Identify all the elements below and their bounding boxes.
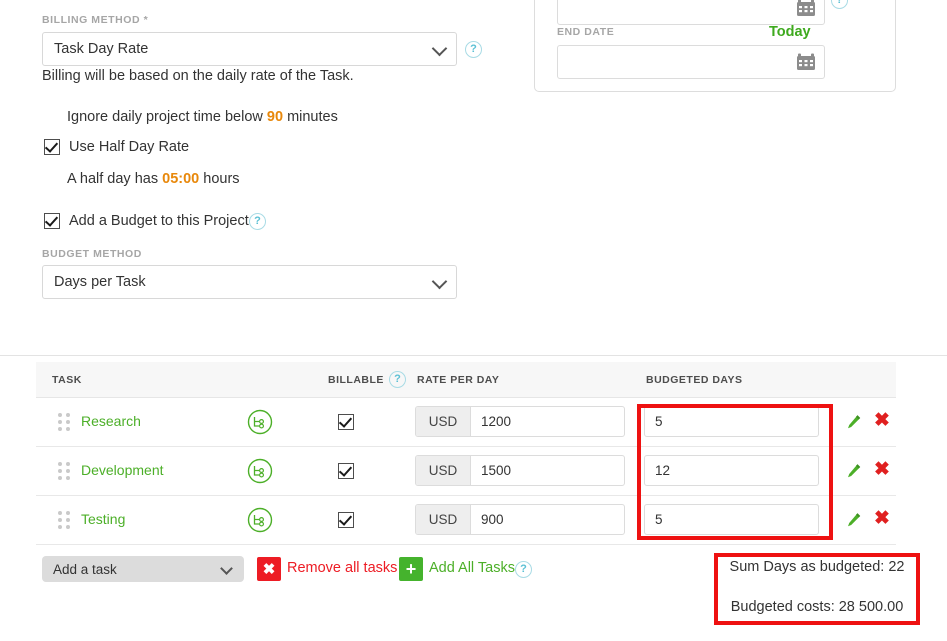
- use-half-day-rate-checkbox[interactable]: [44, 139, 60, 155]
- add-a-task-select[interactable]: Add a task: [42, 556, 244, 582]
- end-date-label: END DATE: [557, 26, 614, 38]
- rate-per-day-input[interactable]: USD 1500: [415, 455, 625, 486]
- drag-handle-icon[interactable]: [58, 413, 70, 431]
- billable-checkbox[interactable]: [338, 414, 354, 430]
- pencil-icon[interactable]: [846, 463, 862, 484]
- half-day-prefix: A half day has: [67, 171, 158, 187]
- add-all-tasks-label[interactable]: Add All Tasks: [429, 560, 515, 576]
- half-day-hours-text: A half day has 05:00 hours: [67, 171, 240, 187]
- chevron-down-icon: [432, 274, 448, 290]
- budgeted-costs-text: Budgeted costs: 28 500.00: [714, 599, 920, 615]
- use-half-day-rate-row[interactable]: Use Half Day Rate: [44, 139, 189, 155]
- billable-checkbox[interactable]: [338, 463, 354, 479]
- budget-method-value: Days per Task: [54, 274, 146, 290]
- ignore-minutes-value: 90: [267, 109, 283, 125]
- chevron-down-icon: [432, 41, 448, 57]
- column-header-task: TASK: [52, 374, 82, 386]
- section-divider: [0, 355, 947, 356]
- start-date-input[interactable]: [557, 0, 825, 25]
- add-all-tasks-button[interactable]: +: [399, 557, 423, 581]
- budget-method-label: BUDGET METHOD: [42, 248, 142, 260]
- half-day-hours-value: 05:00: [162, 171, 199, 187]
- currency-prefix: USD: [416, 456, 471, 485]
- use-half-day-rate-label: Use Half Day Rate: [69, 139, 189, 155]
- column-header-rate-per-day: RATE PER DAY: [417, 374, 499, 386]
- subtask-icon[interactable]: [247, 458, 273, 489]
- delete-icon[interactable]: ✖: [874, 460, 890, 480]
- calendar-icon[interactable]: [796, 52, 816, 77]
- ignore-prefix: Ignore daily project time below: [67, 109, 263, 125]
- task-name-link[interactable]: Development: [81, 462, 164, 478]
- add-budget-checkbox[interactable]: [44, 213, 60, 229]
- rate-value[interactable]: 1200: [471, 407, 624, 436]
- delete-icon[interactable]: ✖: [874, 509, 890, 529]
- add-a-task-value: Add a task: [53, 562, 117, 577]
- remove-all-tasks-label[interactable]: Remove all tasks: [287, 560, 397, 576]
- billing-method-select[interactable]: Task Day Rate: [42, 32, 457, 66]
- table-row: Research USD 1200 5 ✖: [36, 398, 896, 447]
- billable-checkbox[interactable]: [338, 512, 354, 528]
- chevron-down-icon: [220, 562, 233, 575]
- date-range-card: END DATE Today: [534, 0, 896, 92]
- table-row: Development USD 1500 12 ✖: [36, 447, 896, 496]
- rate-value[interactable]: 900: [471, 505, 624, 534]
- rate-per-day-input[interactable]: USD 900: [415, 504, 625, 535]
- drag-handle-icon[interactable]: [58, 462, 70, 480]
- billing-method-description: Billing will be based on the daily rate …: [42, 68, 354, 84]
- sum-days-text: Sum Days as budgeted: 22: [714, 559, 920, 575]
- tasks-table-header: TASK BILLABLE ? RATE PER DAY BUDGETED DA…: [36, 362, 896, 398]
- ignore-suffix: minutes: [287, 109, 338, 125]
- half-day-suffix: hours: [203, 171, 239, 187]
- subtask-icon[interactable]: [247, 507, 273, 538]
- budgeted-days-input[interactable]: 5: [644, 504, 819, 535]
- end-date-input[interactable]: [557, 45, 825, 79]
- today-badge[interactable]: Today: [769, 24, 811, 40]
- project-billing-budget-form: BILLING METHOD * Task Day Rate ? Billing…: [0, 0, 947, 641]
- budgeted-days-input[interactable]: 5: [644, 406, 819, 437]
- rate-value[interactable]: 1500: [471, 456, 624, 485]
- task-name-link[interactable]: Research: [81, 413, 141, 429]
- column-header-billable: BILLABLE: [328, 374, 384, 386]
- billing-method-label: BILLING METHOD *: [42, 14, 148, 26]
- billing-method-value: Task Day Rate: [54, 41, 148, 57]
- pencil-icon[interactable]: [846, 414, 862, 435]
- remove-all-tasks-button[interactable]: ✖: [257, 557, 281, 581]
- drag-handle-icon[interactable]: [58, 511, 70, 529]
- rate-per-day-input[interactable]: USD 1200: [415, 406, 625, 437]
- table-row: Testing USD 900 5 ✖: [36, 496, 896, 545]
- budget-method-select[interactable]: Days per Task: [42, 265, 457, 299]
- billable-help-icon[interactable]: ?: [389, 371, 406, 388]
- add-budget-help-icon[interactable]: ?: [249, 213, 266, 230]
- column-header-budgeted-days: BUDGETED DAYS: [646, 374, 743, 386]
- budgeted-days-input[interactable]: 12: [644, 455, 819, 486]
- currency-prefix: USD: [416, 505, 471, 534]
- calendar-icon[interactable]: [796, 0, 816, 23]
- currency-prefix: USD: [416, 407, 471, 436]
- pencil-icon[interactable]: [846, 512, 862, 533]
- budget-summary-content: Sum Days as budgeted: 22 Budgeted costs:…: [714, 553, 920, 625]
- billing-method-help-icon[interactable]: ?: [465, 41, 482, 58]
- add-budget-label: Add a Budget to this Project: [69, 213, 249, 229]
- add-all-tasks-help-icon[interactable]: ?: [515, 561, 532, 578]
- subtask-icon[interactable]: [247, 409, 273, 440]
- task-name-link[interactable]: Testing: [81, 511, 125, 527]
- ignore-daily-time-text: Ignore daily project time below 90 minut…: [67, 109, 338, 125]
- delete-icon[interactable]: ✖: [874, 411, 890, 431]
- add-budget-row[interactable]: Add a Budget to this Project: [44, 213, 249, 229]
